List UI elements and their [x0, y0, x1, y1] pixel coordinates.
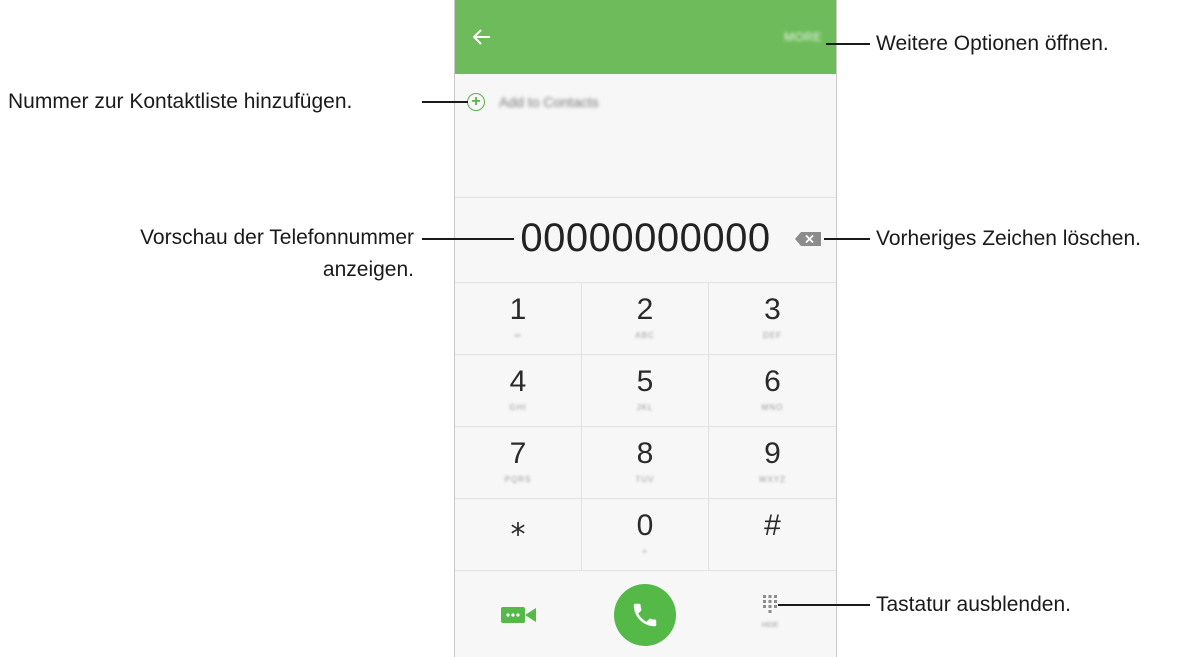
callout-more-options: Weitere Optionen öffnen.: [876, 32, 1109, 55]
dial-keypad: 1 ∞ 2 ABC 3 DEF 4 GHI 5 JKL 6 MNO 7 PQRS 8 TUV 9…: [455, 282, 836, 571]
key-6[interactable]: 6 MNO: [709, 355, 836, 427]
hide-keypad-button[interactable]: HIDE: [759, 594, 781, 640]
key-5[interactable]: 5 JKL: [582, 355, 709, 427]
key-star[interactable]: ⁎: [455, 499, 582, 571]
key-hash[interactable]: #: [709, 499, 836, 571]
key-0[interactable]: 0 +: [582, 499, 709, 571]
callout-preview-line2: anzeigen.: [322, 258, 414, 281]
key-7[interactable]: 7 PQRS: [455, 427, 582, 499]
key-3[interactable]: 3 DEF: [709, 283, 836, 355]
add-to-contacts-button[interactable]: + Add to Contacts: [467, 90, 599, 114]
video-call-icon[interactable]: [501, 604, 537, 626]
phone-screen: MORE + Add to Contacts 00000000000 1 ∞ 2A…: [454, 0, 837, 657]
dialpad-icon: [763, 595, 777, 613]
key-2[interactable]: 2 ABC: [582, 283, 709, 355]
callout-line: [826, 43, 870, 45]
backspace-icon[interactable]: [795, 232, 821, 246]
more-options-button[interactable]: MORE: [784, 30, 822, 44]
call-button[interactable]: [614, 584, 676, 646]
key-9[interactable]: 9 WXYZ: [709, 427, 836, 499]
callout-line: [778, 604, 870, 606]
key-1[interactable]: 1 ∞: [455, 283, 582, 355]
callout-line: [824, 238, 870, 240]
call-actions-bar: HIDE: [455, 570, 836, 657]
arrow-left-icon: [473, 29, 490, 45]
phone-icon: [633, 603, 657, 627]
callout-hide-keypad: Tastatur ausblenden.: [876, 593, 1071, 616]
plus-icon: +: [467, 93, 485, 111]
key-8[interactable]: 8 TUV: [582, 427, 709, 499]
callout-line: [422, 101, 468, 103]
key-4[interactable]: 4 GHI: [455, 355, 582, 427]
add-to-contacts-label: Add to Contacts: [499, 94, 599, 110]
callout-delete-char: Vorheriges Zeichen löschen.: [876, 227, 1141, 250]
app-bar: MORE: [455, 0, 836, 74]
callout-line: [422, 238, 514, 240]
number-preview: 00000000000: [455, 198, 836, 282]
callout-add-contact: Nummer zur Kontaktliste hinzufügen.: [8, 90, 353, 113]
back-button[interactable]: [465, 22, 499, 52]
callout-preview-line1: Vorschau der Telefonnummer: [140, 226, 414, 249]
